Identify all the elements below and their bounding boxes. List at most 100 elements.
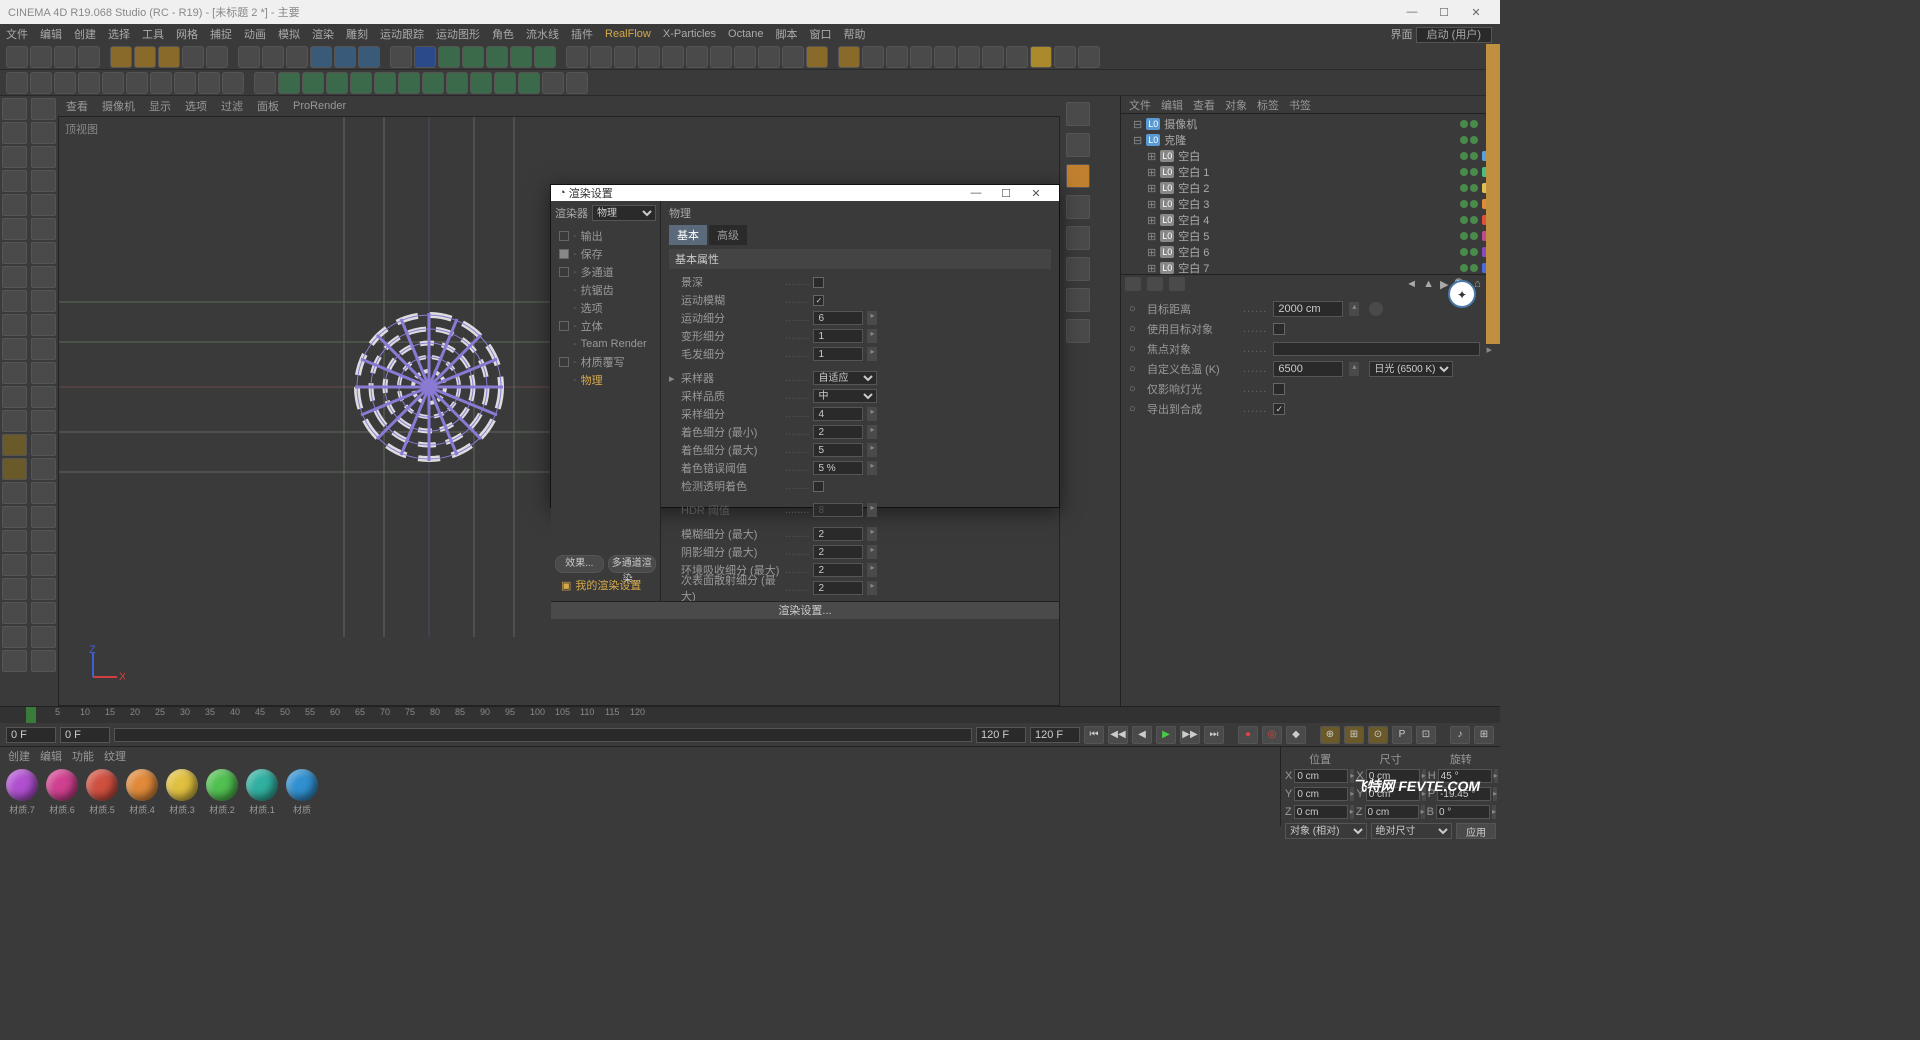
viewport-menu-过滤[interactable]: 过滤: [221, 98, 243, 114]
toolbar-button-27[interactable]: [686, 46, 708, 68]
menu-RealFlow[interactable]: RealFlow: [605, 28, 651, 40]
toolbar-button-20[interactable]: [510, 46, 532, 68]
toolbar-button-21[interactable]: [534, 46, 556, 68]
material-item[interactable]: 材质.3: [164, 769, 200, 816]
left-tool-lcol2-13[interactable]: [31, 410, 56, 432]
dialog-footer-button[interactable]: 渲染设置...: [551, 601, 1059, 619]
left-tool-lcol1-14[interactable]: [2, 434, 27, 456]
toolbar-button-1[interactable]: [30, 46, 52, 68]
attr-select[interactable]: 日光 (6500 K): [1369, 361, 1453, 377]
timeline-scrollbar[interactable]: [114, 728, 972, 742]
toolbar2-button-22[interactable]: [542, 72, 564, 94]
left-tool-lcol2-19[interactable]: [31, 554, 56, 576]
prop-input[interactable]: [813, 329, 863, 343]
nav-back-icon[interactable]: ◄: [1406, 278, 1417, 290]
toolbar-button-12[interactable]: [310, 46, 332, 68]
toolbar-button-35[interactable]: [886, 46, 908, 68]
toolbar-button-42[interactable]: [1054, 46, 1076, 68]
pos-Y[interactable]: [1294, 787, 1348, 801]
material-item[interactable]: 材质.5: [84, 769, 120, 816]
tree-row[interactable]: ⊞L0空白: [1125, 148, 1496, 164]
left-tool-lcol1-17[interactable]: [2, 506, 27, 528]
marker-button[interactable]: ⊞: [1474, 726, 1494, 744]
view-mode-3[interactable]: [1066, 195, 1090, 219]
left-tool-lcol2-14[interactable]: [31, 434, 56, 456]
mat-tab-创建[interactable]: 创建: [8, 748, 30, 764]
mat-tab-功能[interactable]: 功能: [72, 748, 94, 764]
toolbar2-button-23[interactable]: [566, 72, 588, 94]
toolbar-button-26[interactable]: [662, 46, 684, 68]
prop-input[interactable]: [813, 563, 863, 577]
left-tool-lcol2-22[interactable]: [31, 626, 56, 648]
mat-tab-编辑[interactable]: 编辑: [40, 748, 62, 764]
toolbar-button-5[interactable]: [134, 46, 156, 68]
left-tool-lcol2-20[interactable]: [31, 578, 56, 600]
left-tool-lcol1-18[interactable]: [2, 530, 27, 552]
toolbar-button-31[interactable]: [782, 46, 804, 68]
toolbar-button-22[interactable]: [566, 46, 588, 68]
prop-checkbox[interactable]: [813, 295, 824, 306]
menu-创建[interactable]: 创建: [74, 26, 96, 42]
obj-tab-查看[interactable]: 查看: [1193, 97, 1215, 113]
menu-帮助[interactable]: 帮助: [844, 26, 866, 42]
key-param-button[interactable]: P: [1392, 726, 1412, 744]
toolbar-button-9[interactable]: [238, 46, 260, 68]
toolbar-button-11[interactable]: [286, 46, 308, 68]
view-mode-1[interactable]: [1066, 133, 1090, 157]
toolbar-button-2[interactable]: [54, 46, 76, 68]
menu-渲染[interactable]: 渲染: [312, 26, 334, 42]
left-tool-lcol2-2[interactable]: [31, 146, 56, 168]
menu-雕刻[interactable]: 雕刻: [346, 26, 368, 42]
dialog-titlebar[interactable]: ◔ 渲染设置 — ☐ ✕: [551, 185, 1059, 201]
material-item[interactable]: 材质.4: [124, 769, 160, 816]
render-category-选项[interactable]: -选项: [555, 299, 656, 317]
menu-窗口[interactable]: 窗口: [810, 26, 832, 42]
render-category-保存[interactable]: -保存: [555, 245, 656, 263]
view-mode-7[interactable]: [1066, 319, 1090, 343]
left-tool-lcol1-3[interactable]: [2, 170, 27, 192]
toolbar2-button-6[interactable]: [150, 72, 172, 94]
toolbar2-button-7[interactable]: [174, 72, 196, 94]
toolbar-button-7[interactable]: [182, 46, 204, 68]
effects-button[interactable]: 效果...: [555, 555, 604, 573]
toolbar2-button-4[interactable]: [102, 72, 124, 94]
toolbar-button-8[interactable]: [206, 46, 228, 68]
toolbar-button-41[interactable]: [1030, 46, 1052, 68]
attr-input[interactable]: [1273, 361, 1343, 377]
viewport-menu-显示[interactable]: 显示: [149, 98, 171, 114]
left-tool-lcol2-7[interactable]: [31, 266, 56, 288]
attr-checkbox[interactable]: [1273, 383, 1285, 395]
toolbar-button-17[interactable]: [438, 46, 460, 68]
step-back-button[interactable]: ◀◀: [1108, 726, 1128, 744]
toolbar-button-30[interactable]: [758, 46, 780, 68]
toolbar-button-25[interactable]: [638, 46, 660, 68]
close-button[interactable]: ✕: [1460, 6, 1492, 19]
viewport-menu-摄像机[interactable]: 摄像机: [102, 98, 135, 114]
left-tool-lcol1-11[interactable]: [2, 362, 27, 384]
prop-checkbox[interactable]: [813, 481, 824, 492]
obj-tab-编辑[interactable]: 编辑: [1161, 97, 1183, 113]
left-tool-lcol2-5[interactable]: [31, 218, 56, 240]
left-tool-lcol2-3[interactable]: [31, 170, 56, 192]
left-tool-lcol2-9[interactable]: [31, 314, 56, 336]
render-category-抗锯齿[interactable]: -抗锯齿: [555, 281, 656, 299]
left-tool-lcol2-8[interactable]: [31, 290, 56, 312]
menu-文件[interactable]: 文件: [6, 26, 28, 42]
toolbar2-button-14[interactable]: [350, 72, 372, 94]
left-tool-lcol2-17[interactable]: [31, 506, 56, 528]
key-button[interactable]: ◆: [1286, 726, 1306, 744]
left-tool-lcol1-8[interactable]: [2, 290, 27, 312]
toolbar-button-10[interactable]: [262, 46, 284, 68]
tree-row[interactable]: ⊟L0摄像机: [1125, 116, 1496, 132]
left-tool-lcol2-11[interactable]: [31, 362, 56, 384]
dialog-maximize-button[interactable]: ☐: [991, 187, 1021, 200]
material-item[interactable]: 材质.2: [204, 769, 240, 816]
toolbar-button-36[interactable]: [910, 46, 932, 68]
left-tool-lcol2-23[interactable]: [31, 650, 56, 672]
material-item[interactable]: 材质: [284, 769, 320, 816]
toolbar-button-23[interactable]: [590, 46, 612, 68]
left-tool-lcol2-21[interactable]: [31, 602, 56, 624]
toolbar2-button-16[interactable]: [398, 72, 420, 94]
left-tool-lcol1-9[interactable]: [2, 314, 27, 336]
toolbar2-button-19[interactable]: [470, 72, 492, 94]
